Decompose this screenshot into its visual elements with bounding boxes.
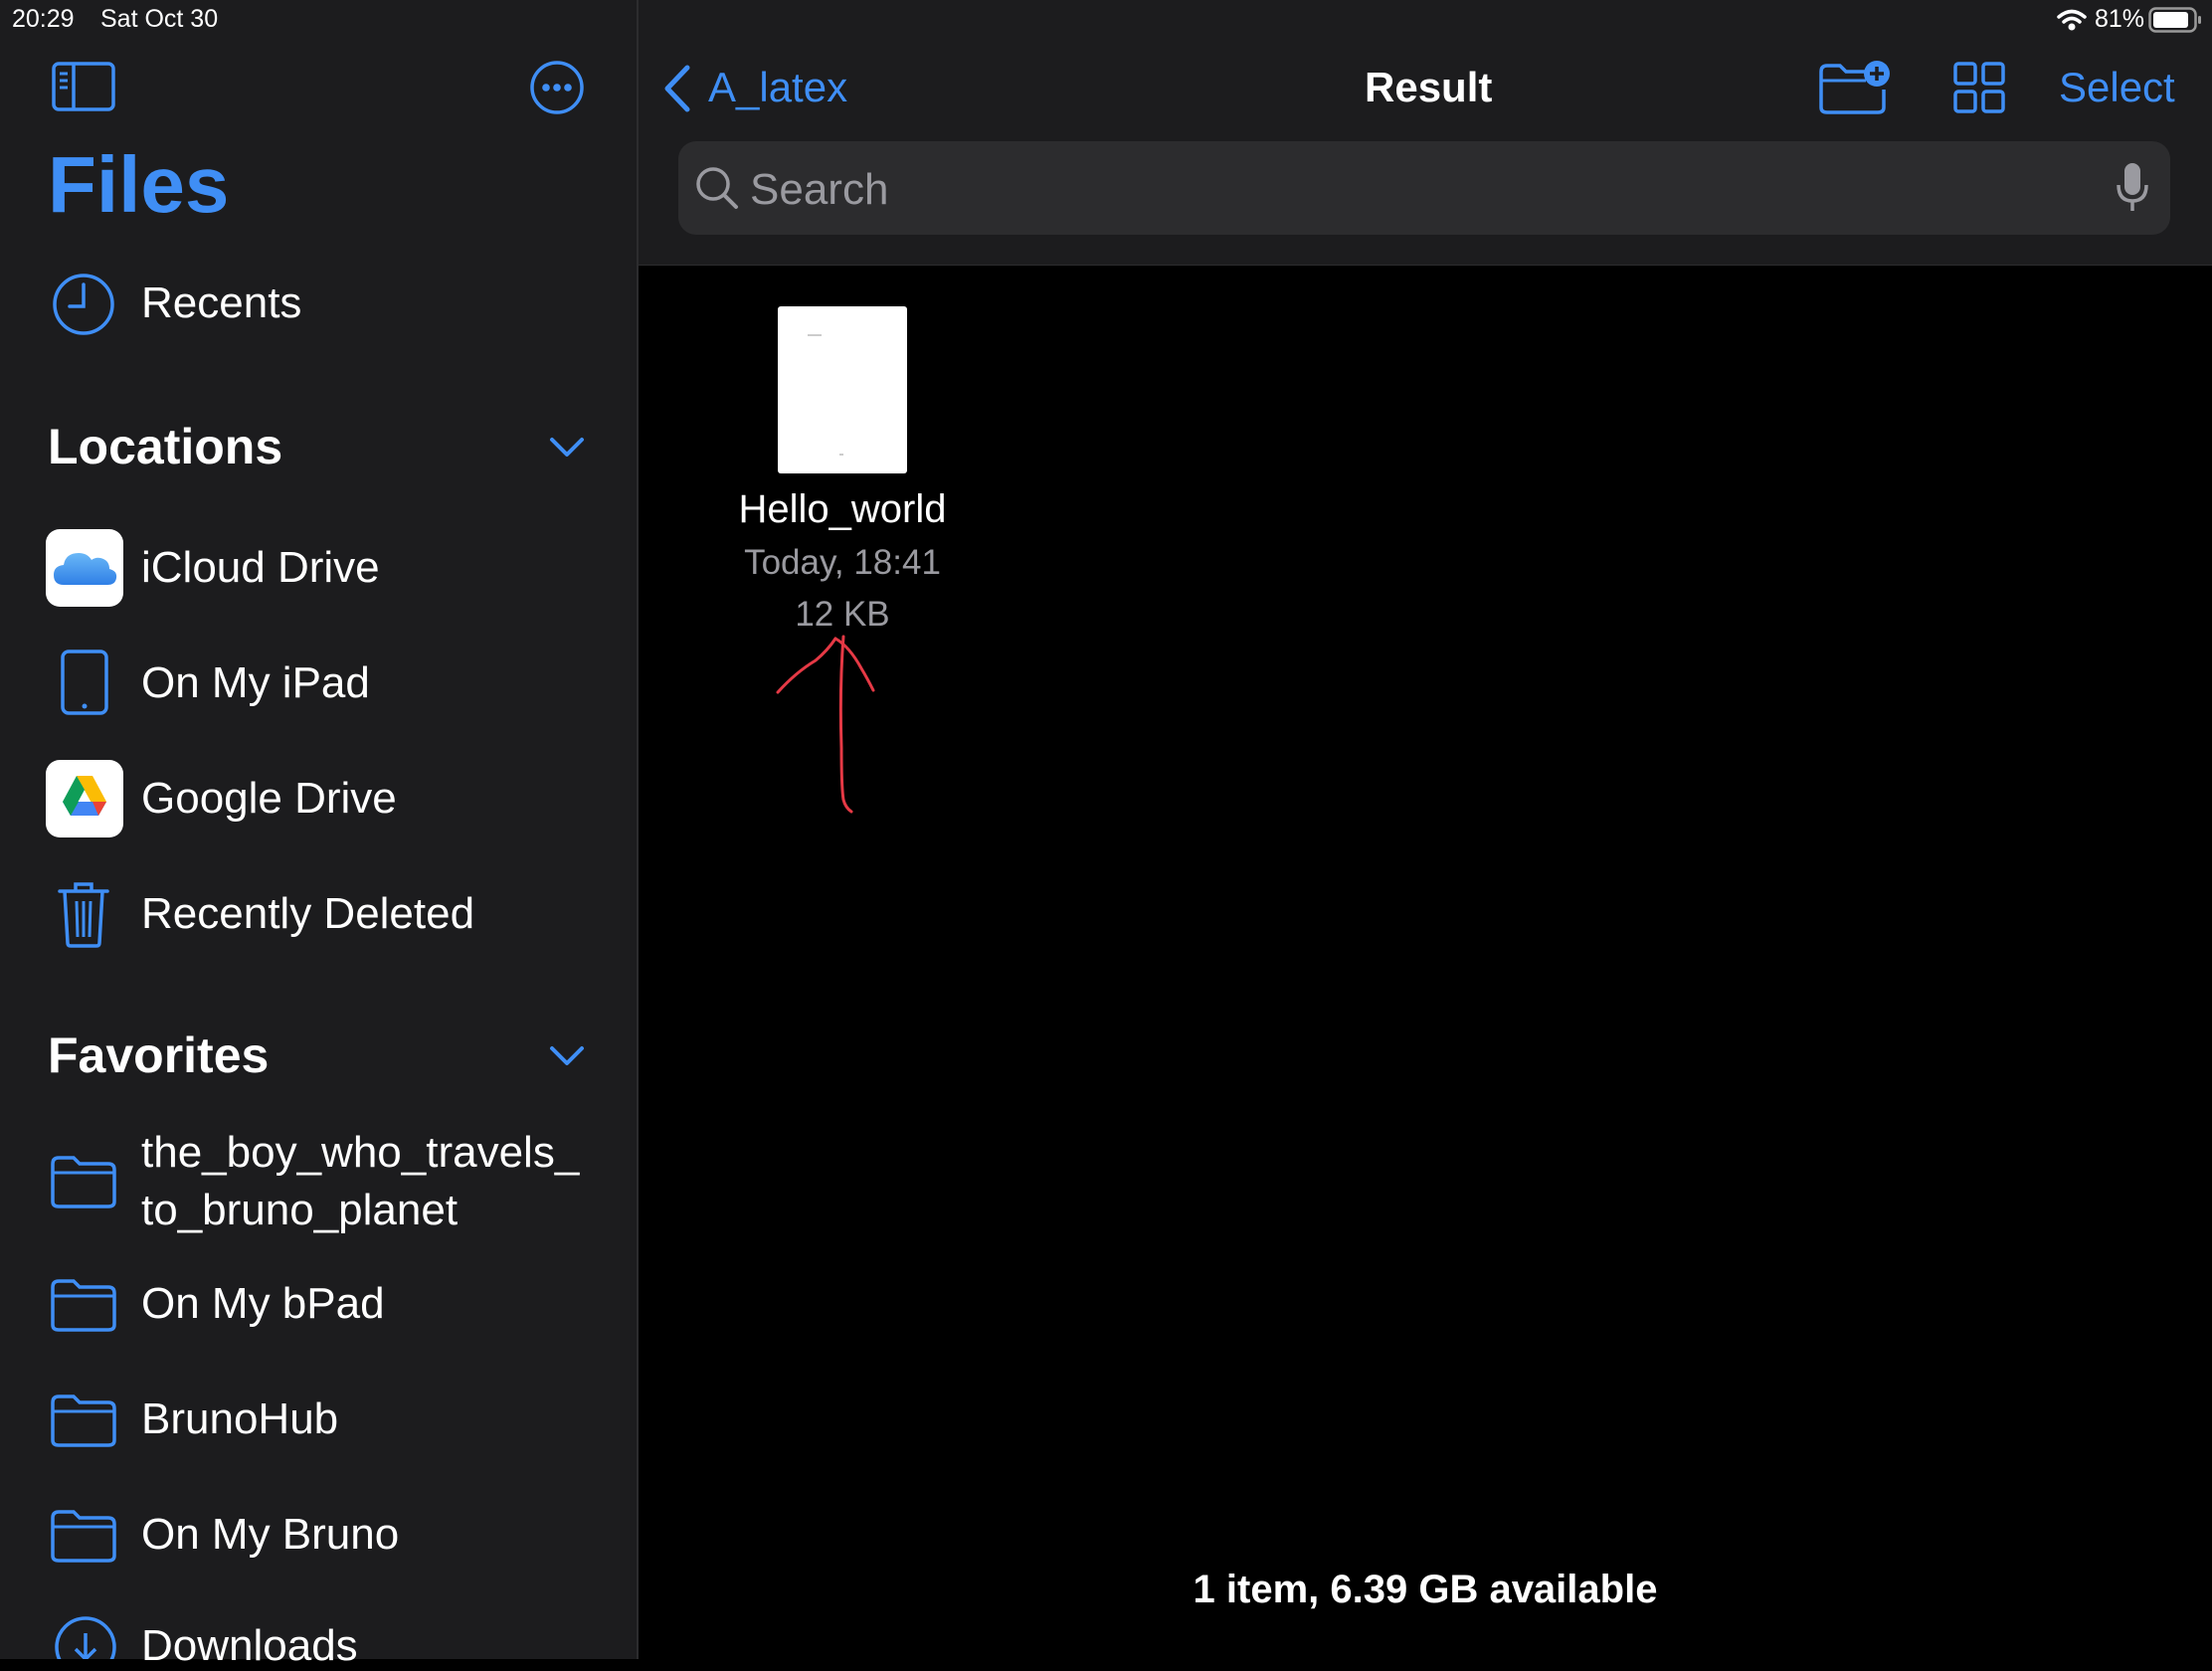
status-time: 20:29 (12, 5, 75, 33)
sidebar-item-favorite-1-line2[interactable]: to_bruno_planet (141, 1186, 458, 1235)
chevron-down-icon[interactable] (549, 1044, 585, 1068)
google-drive-icon (46, 760, 123, 837)
file-thumbnail[interactable] (778, 306, 907, 473)
new-folder-icon[interactable] (1818, 60, 1894, 115)
battery-icon (2148, 7, 2202, 33)
file-name[interactable]: Hello_world (678, 487, 1007, 532)
locations-header[interactable]: Locations (48, 418, 282, 475)
sidebar-item-brunohub[interactable]: BrunoHub (141, 1394, 338, 1444)
grid-view-icon[interactable] (1953, 62, 2005, 113)
favorites-header[interactable]: Favorites (48, 1026, 269, 1084)
sidebar-item-recently-deleted[interactable]: Recently Deleted (141, 889, 474, 939)
sidebar-item-on-my-bruno[interactable]: On My Bruno (141, 1510, 399, 1560)
sidebar-item-favorite-1-line1[interactable]: the_boy_who_travels_ (141, 1128, 579, 1178)
status-date: Sat Oct 30 (100, 5, 219, 33)
search-bar[interactable] (678, 141, 2170, 235)
search-input[interactable]: Search (750, 165, 888, 215)
sidebar-toggle-icon[interactable] (52, 62, 115, 111)
back-button[interactable]: A_latex (708, 64, 847, 111)
chevron-left-icon[interactable] (662, 64, 692, 113)
file-date: Today, 18:41 (744, 543, 941, 582)
wifi-icon (2057, 8, 2087, 32)
microphone-icon[interactable] (2115, 161, 2150, 215)
folder-icon (50, 1277, 117, 1333)
folder-icon (50, 1154, 117, 1209)
download-icon (54, 1615, 117, 1659)
sidebar-item-on-my-ipad[interactable]: On My iPad (141, 658, 370, 708)
folder-icon (50, 1508, 117, 1564)
icloud-icon (46, 529, 123, 607)
search-icon (694, 165, 740, 211)
sidebar-item-on-my-bpad[interactable]: On My bPad (141, 1279, 385, 1329)
sidebar-title: Files (48, 140, 230, 229)
annotation-arrow (766, 629, 905, 818)
sidebar-item-downloads[interactable]: Downloads (141, 1621, 358, 1671)
select-button[interactable]: Select (2059, 64, 2175, 111)
clock-icon (52, 273, 115, 336)
chevron-down-icon[interactable] (549, 436, 585, 460)
sidebar-item-recents[interactable]: Recents (141, 278, 301, 328)
storage-summary: 1 item, 6.39 GB available (1193, 1568, 1658, 1611)
trash-icon (56, 879, 111, 949)
battery-percent: 81% (2095, 5, 2145, 33)
folder-icon (50, 1392, 117, 1448)
ipad-icon (60, 649, 109, 716)
more-options-icon[interactable] (529, 60, 585, 115)
sidebar-item-icloud-drive[interactable]: iCloud Drive (141, 543, 380, 593)
sidebar-item-google-drive[interactable]: Google Drive (141, 774, 397, 824)
page-title: Result (1365, 64, 1493, 110)
